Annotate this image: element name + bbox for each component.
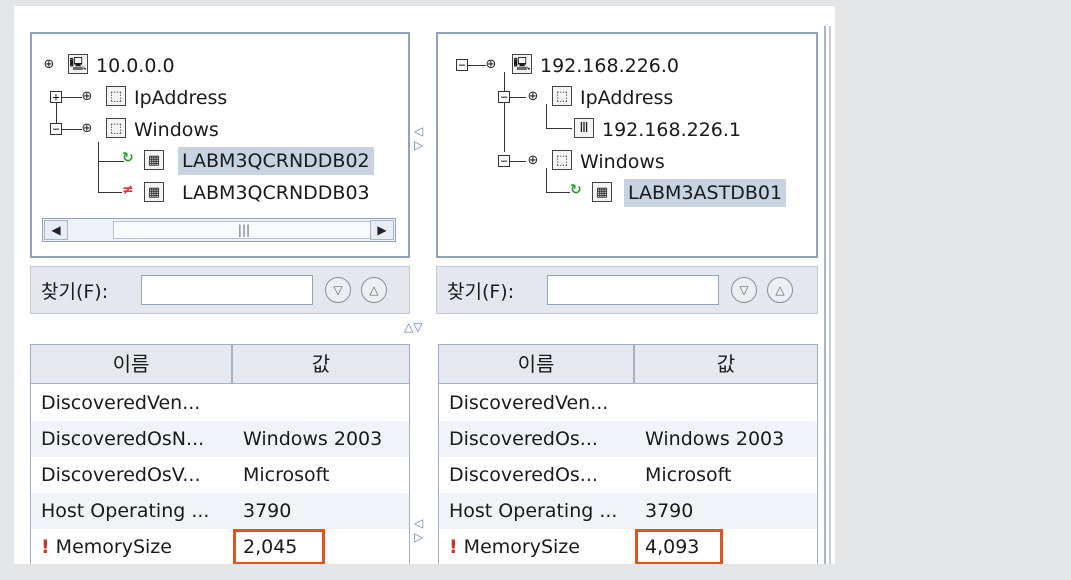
find-input[interactable] — [547, 275, 719, 305]
window-border — [824, 26, 826, 564]
name-column-header[interactable]: 이름 — [439, 345, 635, 383]
relation-icon: ⊕ — [485, 57, 497, 72]
scroll-right-icon[interactable]: ▶ — [370, 220, 394, 240]
network-computer-icon: 🖳 — [512, 54, 532, 74]
arrow-right-icon[interactable]: ▷ — [414, 530, 423, 544]
table-header: 이름 값 — [31, 345, 409, 384]
minus-box-icon[interactable]: − — [50, 123, 62, 135]
cube-icon: ⬚ — [106, 86, 126, 106]
plus-box-icon[interactable]: + — [50, 91, 62, 103]
right-tree-panel: − ⊕ 🖳 192.168.226.0 − ⊕ ⬚ IpAddress Ⅲ 19… — [436, 32, 818, 258]
windows-host-icon: ▦ — [592, 182, 612, 202]
arrow-left-icon[interactable]: ◁ — [414, 516, 423, 530]
relation-icon: ⊕ — [527, 89, 539, 104]
table-row[interactable]: Host Operating ... 3790 — [31, 493, 409, 529]
tree-node-host-db02[interactable]: LABM3QCRNDDB02 — [178, 147, 374, 175]
ok-status-icon: ↻ — [122, 150, 134, 166]
tree-node-windows[interactable]: Windows — [576, 149, 669, 175]
cube-icon: ⬚ — [552, 150, 572, 170]
tree-node-root[interactable]: 192.168.226.0 — [536, 53, 683, 79]
left-properties-table: 이름 값 DiscoveredVen... DiscoveredOsN... W… — [30, 344, 410, 564]
value-column-header[interactable]: 값 — [233, 345, 409, 383]
relation-icon: ⊕ — [527, 153, 539, 168]
find-input[interactable] — [141, 275, 313, 305]
find-next-icon[interactable]: ▽ — [731, 277, 757, 303]
network-computer-icon: 🖳 — [68, 54, 88, 74]
windows-host-icon: ▦ — [144, 182, 164, 202]
find-label: 찾기(F): — [41, 281, 109, 303]
exclamation-icon: ! — [449, 536, 458, 558]
tree-node-ipaddress[interactable]: IpAddress — [576, 85, 677, 111]
ip-address-icon: Ⅲ — [574, 118, 594, 138]
left-tree-panel: ⊕ 🖳 10.0.0.0 + ⊕ ⬚ IpAddress − ⊕ ⬚ Windo… — [30, 32, 410, 258]
highlighted-value: 2,045 — [233, 529, 325, 564]
table-header: 이름 값 — [439, 345, 817, 384]
tree-node-host-db03[interactable]: LABM3QCRNDDB03 — [178, 180, 374, 206]
table-row[interactable]: DiscoveredOsV... Microsoft — [31, 457, 409, 493]
relation-icon: ⊕ — [43, 57, 55, 72]
minus-box-icon[interactable]: − — [498, 155, 510, 167]
table-row[interactable]: ! MemorySize 4,093 — [439, 529, 817, 564]
tree-node-root[interactable]: 10.0.0.0 — [92, 53, 179, 79]
error-status-icon: ≠ — [122, 182, 134, 198]
table-row[interactable]: DiscoveredOs... Windows 2003 — [439, 421, 817, 457]
arrow-left-icon[interactable]: ◁ — [414, 124, 423, 138]
highlighted-value: 4,093 — [635, 529, 723, 564]
table-row[interactable]: DiscoveredVen... — [31, 385, 409, 421]
name-column-header[interactable]: 이름 — [31, 345, 233, 383]
scroll-thumb[interactable]: ||| — [113, 221, 375, 239]
tree-node-ipaddress[interactable]: IpAddress — [130, 85, 231, 111]
minus-box-icon[interactable]: − — [498, 91, 510, 103]
relation-icon: ⊕ — [81, 121, 93, 136]
table-row[interactable]: Host Operating ... 3790 — [439, 493, 817, 529]
exclamation-icon: ! — [41, 536, 50, 558]
table-row[interactable]: DiscoveredOs... Microsoft — [439, 457, 817, 493]
find-next-icon[interactable]: ▽ — [325, 277, 351, 303]
find-previous-icon[interactable]: △ — [361, 277, 387, 303]
tree-splitter-arrows[interactable]: ◁ ▷ — [414, 124, 423, 152]
table-row[interactable]: DiscoveredVen... — [439, 385, 817, 421]
horizontal-splitter-arrows[interactable]: △▽ — [404, 320, 422, 334]
windows-host-icon: ▦ — [144, 150, 164, 170]
left-find-bar: 찾기(F): ▽ △ — [30, 266, 410, 314]
tree-node-ip-item[interactable]: 192.168.226.1 — [598, 117, 745, 143]
right-properties-table: 이름 값 DiscoveredVen... DiscoveredOs... Wi… — [438, 344, 818, 564]
compare-window: ⊕ 🖳 10.0.0.0 + ⊕ ⬚ IpAddress − ⊕ ⬚ Windo… — [14, 6, 835, 564]
right-find-bar: 찾기(F): ▽ △ — [436, 266, 818, 314]
table-splitter-arrows[interactable]: ◁ ▷ — [414, 516, 423, 544]
arrow-right-icon[interactable]: ▷ — [414, 138, 423, 152]
table-row[interactable]: DiscoveredOsN... Windows 2003 — [31, 421, 409, 457]
tree-node-host-astdb01[interactable]: LABM3ASTDB01 — [624, 179, 787, 207]
cube-icon: ⬚ — [552, 86, 572, 106]
scroll-left-icon[interactable]: ◀ — [44, 220, 68, 240]
value-column-header[interactable]: 값 — [635, 345, 817, 383]
relation-icon: ⊕ — [81, 89, 93, 104]
table-row[interactable]: ! MemorySize 2,045 — [31, 529, 409, 564]
tree-node-windows[interactable]: Windows — [130, 117, 223, 143]
find-previous-icon[interactable]: △ — [767, 277, 793, 303]
cube-icon: ⬚ — [106, 118, 126, 138]
find-label: 찾기(F): — [447, 281, 515, 303]
ok-status-icon: ↻ — [570, 182, 582, 198]
window-border — [829, 26, 831, 564]
horizontal-scrollbar[interactable]: ◀ ||| ▶ — [42, 218, 396, 242]
minus-box-icon[interactable]: − — [456, 59, 468, 71]
arrow-down-icon[interactable]: ▽ — [413, 320, 422, 334]
arrow-up-icon[interactable]: △ — [404, 320, 413, 334]
